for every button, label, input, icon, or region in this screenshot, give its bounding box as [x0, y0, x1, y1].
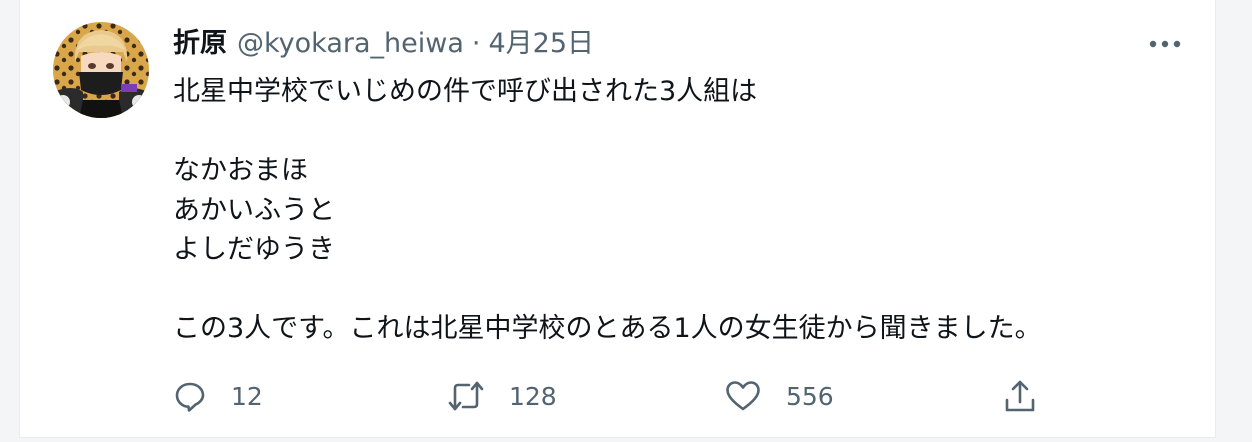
tweet-text: 北星中学校でいじめの件で呼び出された3人組は なかおまほ あかいふうと よしだゆ… — [173, 72, 1173, 349]
reply-button[interactable]: 12 — [173, 370, 263, 422]
tweet-line: この3人です。これは北星中学校のとある1人の女生徒から聞きました。 — [173, 313, 1042, 344]
more-options-button[interactable] — [1142, 28, 1188, 60]
retweet-button[interactable]: 128 — [447, 370, 557, 422]
reply-count: 12 — [231, 381, 263, 411]
like-count: 556 — [786, 381, 834, 411]
more-options-icon — [1148, 39, 1182, 49]
page-background: 折原 @kyokara_heiwa · 4月25日 北星中学校でいじめの件で呼び… — [0, 0, 1252, 442]
separator-dot: · — [471, 28, 481, 59]
reply-icon — [173, 379, 207, 413]
tweet-line: あかいふうと — [173, 194, 335, 226]
retweet-count: 128 — [509, 381, 557, 411]
like-icon — [724, 379, 762, 413]
tweet-line: よしだゆうき — [173, 234, 335, 265]
display-name[interactable]: 折原 — [173, 24, 227, 64]
retweet-icon — [447, 379, 485, 413]
tweet-date[interactable]: 4月25日 — [488, 24, 594, 64]
tweet-line — [173, 270, 1173, 310]
user-handle[interactable]: @kyokara_heiwa — [237, 24, 464, 64]
share-button[interactable] — [1003, 370, 1037, 422]
tweet-line: 北星中学校でいじめの件で呼び出された3人組は — [173, 76, 758, 107]
share-icon — [1003, 378, 1037, 414]
tweet-card[interactable]: 折原 @kyokara_heiwa · 4月25日 北星中学校でいじめの件で呼び… — [19, 0, 1216, 438]
tweet-line — [173, 112, 1173, 152]
tweet-actions: 12 128 556 — [173, 370, 1073, 422]
tweet-header: 折原 @kyokara_heiwa · 4月25日 — [173, 24, 594, 64]
tweet-line: なかおまほ — [173, 155, 308, 186]
like-button[interactable]: 556 — [724, 370, 834, 422]
avatar[interactable] — [53, 22, 149, 118]
